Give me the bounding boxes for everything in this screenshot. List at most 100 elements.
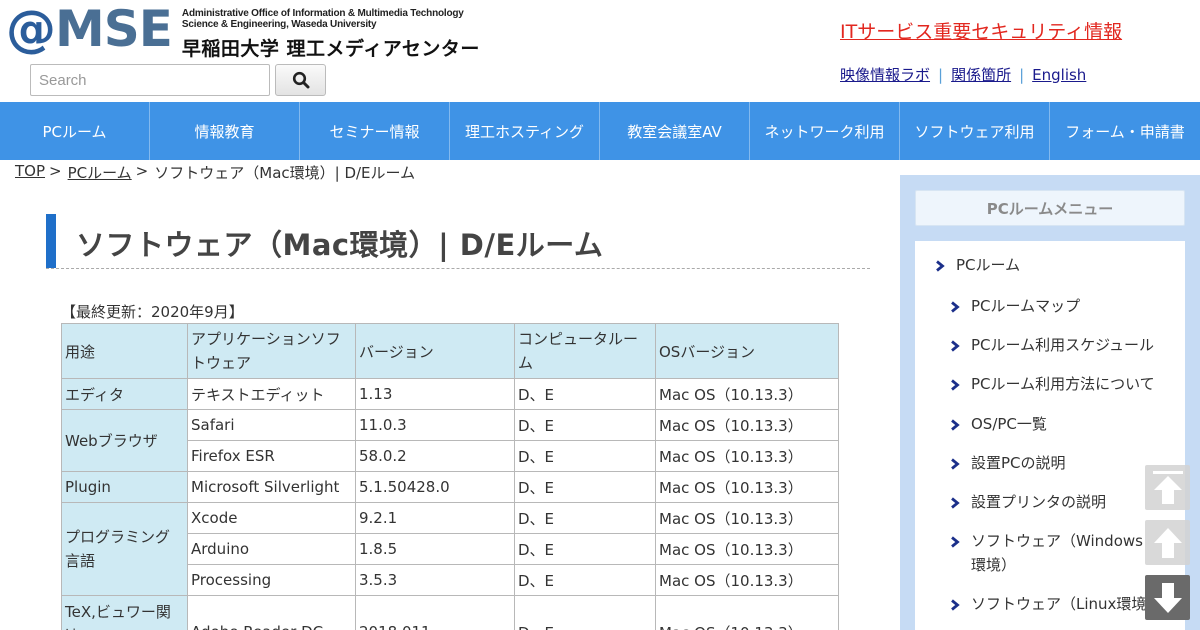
room-cell: D、E <box>514 564 656 596</box>
nav-seminar[interactable]: セミナー情報 <box>300 102 450 160</box>
link-separator: | <box>938 65 944 84</box>
global-nav: PCルーム 情報教育 セミナー情報 理工ホスティング 教室会議室AV ネットワー… <box>0 102 1200 160</box>
version-cell: 2018.011 <box>355 595 515 630</box>
table-header: OSバージョン <box>655 323 839 379</box>
app-cell: Microsoft Silverlight <box>187 471 356 503</box>
version-cell: 11.0.3 <box>355 409 515 441</box>
nav-classroom-av[interactable]: 教室会議室AV <box>600 102 750 160</box>
nav-network[interactable]: ネットワーク利用 <box>750 102 900 160</box>
chevron-right-icon <box>950 529 960 577</box>
os-cell: Mac OS（10.13.3） <box>655 533 839 565</box>
sidebar-item-label: PCルーム利用スケジュール <box>971 336 1155 354</box>
nav-hosting[interactable]: 理工ホスティング <box>450 102 600 160</box>
link-english[interactable]: English <box>1032 66 1086 84</box>
software-table: 用途 アプリケーションソフトウェア バージョン コンピュータルーム OSバージョ… <box>61 323 839 630</box>
scroll-up-button[interactable] <box>1145 520 1190 565</box>
sidebar-item-label: 設置PCの説明 <box>971 454 1066 472</box>
sidebar-item-label: 設置プリンタの説明 <box>971 493 1107 511</box>
version-cell: 58.0.2 <box>355 440 515 472</box>
category-cell: TeX,ビュワー関連 <box>61 595 188 630</box>
breadcrumb-pc-room[interactable]: PCルーム <box>68 162 132 183</box>
logo-mark: @MSE <box>6 4 173 54</box>
sidebar-item-schedule[interactable]: PCルーム利用スケジュール <box>950 333 1154 357</box>
os-cell: Mac OS（10.13.3） <box>655 378 839 410</box>
os-cell: Mac OS（10.13.3） <box>655 471 839 503</box>
table-row: TeX,ビュワー関連 Adobe Reader DC 2018.011 D、E … <box>61 595 839 630</box>
search-input[interactable]: Search <box>30 64 270 96</box>
table-row: プログラミング言語 Xcode 9.2.1 D、E Mac OS（10.13.3… <box>61 502 839 596</box>
sidebar-item-label: PCルーム <box>956 256 1021 274</box>
site-logo[interactable]: @MSE Administrative Office of Informatio… <box>6 4 480 61</box>
breadcrumb-current: ソフトウェア（Mac環境）| D/Eルーム <box>154 164 416 182</box>
version-cell: 1.13 <box>355 378 515 410</box>
chevron-right-icon <box>950 372 960 396</box>
sidebar-item-os-pc-list[interactable]: OS/PC一覧 <box>950 412 1047 436</box>
sidebar-menu: PCルーム PCルームマップ PCルーム利用スケジュール PCルーム利用方法につ… <box>915 241 1185 630</box>
breadcrumb-top[interactable]: TOP <box>15 162 45 183</box>
sidebar-item-pc-room-map[interactable]: PCルームマップ <box>950 294 1080 318</box>
chevron-right-icon <box>950 451 960 475</box>
category-cell: Webブラウザ <box>61 409 188 472</box>
version-cell: 1.8.5 <box>355 533 515 565</box>
logo-mse: MSE <box>55 0 173 58</box>
table-header: バージョン <box>355 323 515 379</box>
table-header: コンピュータルーム <box>514 323 656 379</box>
last-updated: 【最終更新：2020年9月】 <box>61 303 244 321</box>
chevron-right-icon <box>935 253 945 277</box>
os-cell: Mac OS（10.13.3） <box>655 595 839 630</box>
os-cell: Mac OS（10.13.3） <box>655 440 839 472</box>
chevron-right-icon <box>950 490 960 514</box>
table-row: Webブラウザ Safari 11.0.3 D、E Mac OS（10.13.3… <box>61 409 839 472</box>
nav-info-education[interactable]: 情報教育 <box>150 102 300 160</box>
search-button[interactable] <box>275 64 326 96</box>
table-header: 用途 <box>61 323 188 379</box>
sidebar-item-label: PCルームマップ <box>971 297 1081 315</box>
version-cell: 5.1.50428.0 <box>355 471 515 503</box>
app-cell: Xcode <box>187 502 356 534</box>
link-video-lab[interactable]: 映像情報ラボ <box>840 64 930 85</box>
os-cell: Mac OS（10.13.3） <box>655 564 839 596</box>
security-info-link[interactable]: ITサービス重要セキュリティ情報 <box>840 17 1122 44</box>
app-cell: テキストエディット <box>187 378 356 410</box>
sidebar-item-software-linux[interactable]: ソフトウェア（Linux環境） <box>950 592 1150 616</box>
scroll-top-button[interactable] <box>1145 465 1190 510</box>
link-separator: | <box>1019 65 1025 84</box>
nav-software[interactable]: ソフトウェア利用 <box>900 102 1050 160</box>
title-accent-bar <box>46 214 56 268</box>
table-row: Plugin Microsoft Silverlight 5.1.50428.0… <box>61 471 839 503</box>
breadcrumb-separator: > <box>135 162 149 180</box>
site-header: @MSE Administrative Office of Informatio… <box>0 0 1200 102</box>
chevron-right-icon <box>950 412 960 436</box>
room-cell: D、E <box>514 502 656 534</box>
chevron-right-icon <box>950 333 960 357</box>
arrow-up-icon <box>1153 527 1182 558</box>
room-cell: D、E <box>514 440 656 472</box>
logo-at: @ <box>6 0 56 58</box>
category-cell: プログラミング言語 <box>61 502 188 596</box>
sidebar-item-label: ソフトウェア（Linux環境） <box>971 595 1150 613</box>
arrow-down-icon <box>1153 582 1182 613</box>
nav-forms[interactable]: フォーム・申請書 <box>1050 102 1200 160</box>
sidebar-item-usage[interactable]: PCルーム利用方法について <box>950 372 1155 396</box>
app-cell: Adobe Reader DC <box>187 595 356 630</box>
sidebar-item-pc-room[interactable]: PCルーム <box>935 253 1020 277</box>
chevron-right-icon <box>950 294 960 318</box>
sidebar-item-label: ソフトウェア（Windows環境） <box>971 532 1143 574</box>
page-title: ソフトウェア（Mac環境）| D/Eルーム <box>76 228 604 262</box>
sidebar-item-printer-description[interactable]: 設置プリンタの説明 <box>950 490 1106 514</box>
room-cell: D、E <box>514 533 656 565</box>
sidebar-item-software-windows[interactable]: ソフトウェア（Windows環境） <box>950 529 1150 577</box>
sidebar-item-label: OS/PC一覧 <box>971 415 1047 433</box>
room-cell: D、E <box>514 595 656 630</box>
search-form: Search <box>30 64 326 96</box>
table-header-row: 用途 アプリケーションソフトウェア バージョン コンピュータルーム OSバージョ… <box>61 323 839 379</box>
nav-pc-room[interactable]: PCルーム <box>0 102 150 160</box>
table-header: アプリケーションソフトウェア <box>187 323 356 379</box>
app-cell: Safari <box>187 409 356 441</box>
logo-english-line1: Administrative Office of Information & M… <box>181 8 464 19</box>
search-icon <box>292 71 309 89</box>
os-cell: Mac OS（10.13.3） <box>655 502 839 534</box>
link-related-offices[interactable]: 関係箇所 <box>951 64 1011 85</box>
sidebar-item-pc-description[interactable]: 設置PCの説明 <box>950 451 1066 475</box>
scroll-down-button[interactable] <box>1145 575 1190 620</box>
